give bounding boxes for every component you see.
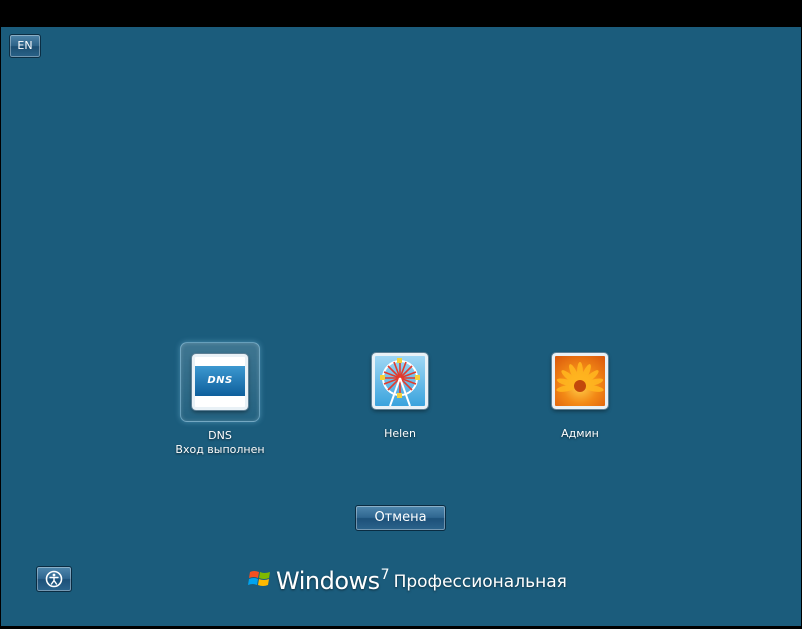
- user-status: Вход выполнен: [175, 443, 265, 456]
- user-tile-frame[interactable]: DNS: [180, 342, 260, 422]
- brand-version: 7: [380, 567, 390, 583]
- dns-logo-picture: DNS: [192, 354, 248, 410]
- dns-logo-text: DNS: [195, 366, 245, 396]
- brand-edition: Профессиональная: [393, 572, 567, 592]
- windows-branding: Windows 7 Профессиональная: [248, 563, 567, 595]
- user-tile-frame[interactable]: [541, 342, 619, 420]
- user-name: DNS: [208, 429, 232, 442]
- cancel-button[interactable]: Отмена: [355, 505, 446, 531]
- login-background: [1, 27, 801, 626]
- user-name: Helen: [384, 427, 416, 440]
- user-tile-helen[interactable]: Helen: [330, 342, 470, 441]
- ferris-wheel-icon: [380, 358, 420, 406]
- ferris-wheel-picture: [372, 353, 428, 409]
- language-button[interactable]: EN: [9, 34, 41, 58]
- user-tile-admin[interactable]: Админ: [510, 342, 650, 441]
- orange-flower-icon: [556, 362, 604, 392]
- user-name: Админ: [561, 427, 599, 440]
- orange-flower-picture: [552, 353, 608, 409]
- user-tile-dns[interactable]: DNS DNS Вход выполнен: [150, 342, 290, 457]
- windows-flag-icon: [248, 571, 270, 586]
- language-label: EN: [17, 39, 33, 52]
- ease-of-access-button[interactable]: [36, 566, 72, 592]
- cancel-button-label: Отмена: [374, 510, 427, 525]
- user-tile-frame[interactable]: [361, 342, 439, 420]
- brand-word: Windows: [276, 567, 380, 595]
- ease-of-access-icon: [45, 570, 63, 588]
